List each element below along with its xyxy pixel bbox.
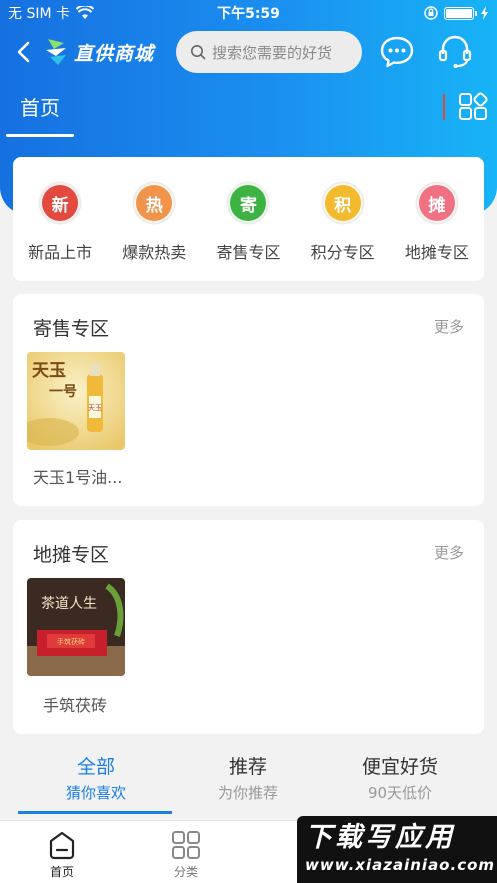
tea-slogan-text: 茶道人生 — [41, 596, 97, 612]
back-arrow-icon[interactable] — [12, 38, 36, 66]
logo-mark-icon — [46, 39, 66, 65]
feed-tab-subtitle: 90天低价 — [367, 784, 433, 802]
feed-tab-title: 推荐 — [228, 756, 267, 778]
section-title: 寄售专区 — [33, 318, 110, 340]
section-more-link[interactable]: 更多 — [434, 542, 464, 563]
tab-divider — [443, 94, 445, 120]
status-right — [424, 6, 489, 20]
category-label: 积分专区 — [310, 243, 375, 262]
app-header: 直供商城 搜索您需要的好货 — [0, 26, 497, 78]
category-stall[interactable]: 摊 地摊专区 — [392, 183, 482, 263]
status-time: 下午5:59 — [217, 6, 280, 22]
feed-tab-subtitle: 为你推荐 — [217, 784, 278, 802]
nav-label: 首页 — [49, 865, 74, 879]
consignment-section: 寄售专区 更多 天玉 天玉 一号 天玉1号油... — [13, 294, 484, 506]
oil-brand-text: 天玉 — [32, 361, 66, 381]
battery-icon — [444, 6, 477, 20]
search-placeholder: 搜索您需要的好货 — [212, 43, 333, 62]
message-icon[interactable] — [379, 34, 415, 70]
category-consignment[interactable]: 寄 寄售专区 — [203, 183, 293, 263]
tea-box-text: 手筑茯砖 — [57, 637, 85, 646]
category-label: 地摊专区 — [404, 243, 469, 262]
section-more-link[interactable]: 更多 — [434, 316, 464, 337]
product-image[interactable]: 茶道人生 手筑茯砖 — [27, 578, 125, 676]
category-row: 新 新品上市 热 爆款热卖 寄 寄售专区 积 积分专区 摊 地摊专区 — [13, 157, 484, 263]
customer-service-icon[interactable] — [436, 34, 474, 70]
site-watermark: 下载写应用 www.xiazainiao.com — [297, 816, 497, 883]
category-badge: 新 — [40, 183, 81, 223]
tea-product-illustration: 茶道人生 手筑茯砖 — [27, 578, 125, 676]
product-name[interactable]: 天玉1号油... — [33, 464, 122, 488]
category-badge: 摊 — [416, 183, 457, 223]
orientation-lock-icon — [424, 6, 438, 20]
oil-product-illustration: 天玉 天玉 一号 — [27, 352, 125, 450]
tab-home-indicator — [6, 134, 74, 137]
watermark-title: 下载写应用 — [305, 822, 455, 853]
category-card: 新 新品上市 热 爆款热卖 寄 寄售专区 积 积分专区 摊 地摊专区 — [13, 157, 484, 281]
category-label: 爆款热卖 — [122, 243, 187, 262]
all-channels-icon[interactable] — [458, 92, 488, 122]
category-badge: 寄 — [228, 183, 269, 223]
category-grid-icon — [172, 831, 200, 859]
nav-home[interactable]: 首页 — [27, 829, 97, 880]
category-badge: 积 — [322, 183, 363, 223]
category-new[interactable]: 新 新品上市 — [15, 183, 105, 263]
feed-tab-title: 全部 — [76, 756, 115, 778]
top-tab-bar: 首页 — [0, 82, 497, 138]
product-image[interactable]: 天玉 天玉 一号 — [27, 352, 125, 450]
feed-tab-bar: 全部 猜你喜欢 推荐 为你推荐 便宜好货 90天低价 — [0, 748, 497, 814]
watermark-url: www.xiazainiao.com — [305, 856, 496, 874]
section-title: 地摊专区 — [33, 544, 110, 566]
feed-tab-cheap[interactable]: 便宜好货 90天低价 — [324, 752, 476, 803]
category-label: 寄售专区 — [216, 243, 281, 262]
feed-tab-title: 便宜好货 — [361, 756, 438, 778]
home-icon — [49, 831, 75, 860]
oil-label-text: 天玉 — [88, 404, 102, 412]
feed-tab-recommend[interactable]: 推荐 为你推荐 — [172, 752, 324, 803]
feed-tab-all[interactable]: 全部 猜你喜欢 — [20, 752, 172, 803]
nav-category[interactable]: 分类 — [151, 829, 221, 880]
category-badge: 热 — [134, 183, 175, 223]
search-bar[interactable]: 搜索您需要的好货 — [176, 31, 362, 73]
category-points[interactable]: 积 积分专区 — [298, 183, 388, 263]
oil-number-text: 一号 — [49, 384, 77, 400]
store-title: 直供商城 — [74, 42, 155, 65]
tab-home[interactable]: 首页 — [20, 92, 60, 121]
feed-tab-subtitle: 猜你喜欢 — [65, 784, 126, 802]
stall-section: 地摊专区 更多 茶道人生 手筑茯砖 手筑茯砖 — [13, 520, 484, 734]
category-label: 新品上市 — [28, 243, 93, 262]
charging-icon — [481, 6, 488, 20]
search-icon — [191, 45, 206, 60]
store-logo[interactable]: 直供商城 — [44, 37, 154, 67]
status-bar: 无 SIM 卡 下午5:59 — [0, 0, 497, 26]
category-hot[interactable]: 热 爆款热卖 — [109, 183, 199, 263]
product-name[interactable]: 手筑茯砖 — [43, 692, 107, 716]
nav-label: 分类 — [173, 865, 198, 879]
feed-tab-indicator — [18, 811, 172, 814]
